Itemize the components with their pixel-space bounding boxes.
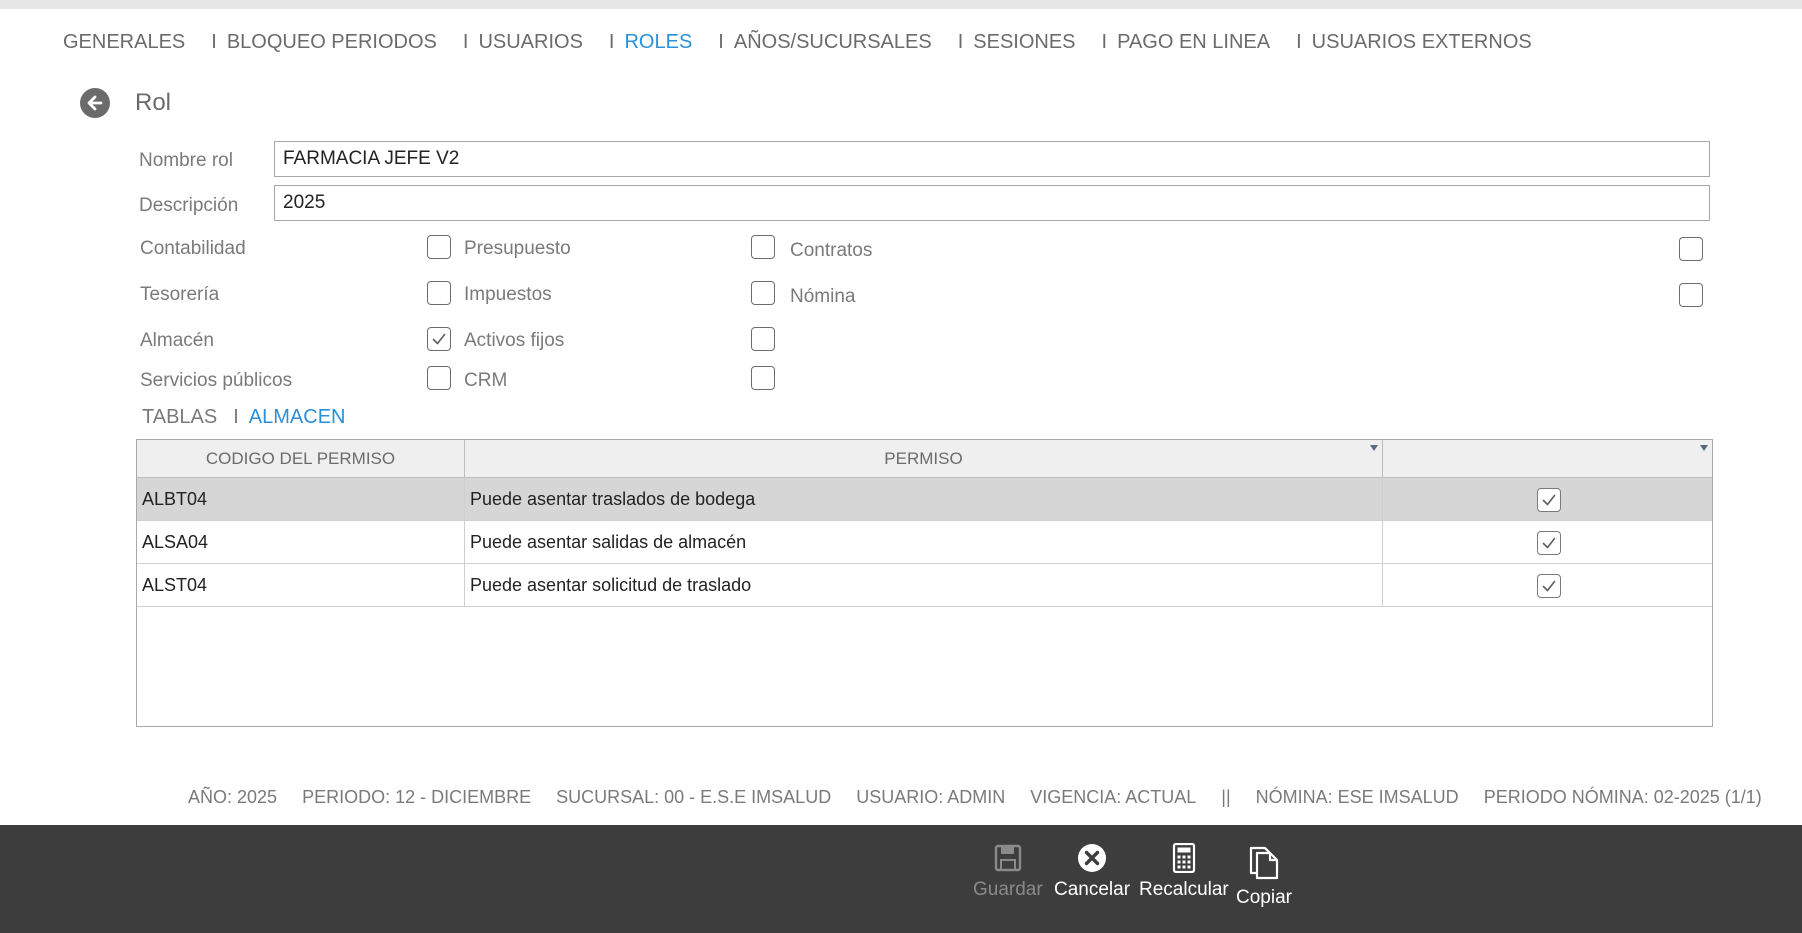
cell-codigo: ALSA04 [137, 521, 465, 564]
permissions-grid: CODIGO DEL PERMISO PERMISO ALBT04 Puede … [136, 439, 1713, 727]
status-branch: SUCURSAL: 00 - E.S.E IMSALUD [556, 787, 832, 807]
role-name-label: Nombre rol [139, 150, 233, 171]
column-header-check[interactable] [1383, 440, 1712, 478]
cell-codigo: ALBT04 [137, 478, 465, 521]
nav-roles[interactable]: ROLES [624, 31, 692, 54]
row-checkbox[interactable] [1537, 531, 1561, 555]
module-label-contratos: Contratos [790, 240, 873, 261]
save-label: Guardar [973, 879, 1043, 900]
module-label-crm: CRM [464, 370, 508, 391]
checkbox-almacen[interactable] [427, 327, 451, 351]
cancel-label: Cancelar [1054, 879, 1131, 900]
nav-separator: I [1296, 30, 1302, 53]
row-checkbox[interactable] [1537, 488, 1561, 512]
calculator-icon [1172, 843, 1195, 873]
sub-tabs: TABLAS I ALMACEN [142, 406, 345, 429]
nav-generales[interactable]: GENERALES [63, 31, 185, 54]
cell-codigo: ALST04 [137, 564, 465, 607]
nav-separator: I [608, 30, 615, 53]
save-button[interactable]: Guardar [973, 843, 1043, 901]
checkbox-crm[interactable] [751, 366, 775, 390]
column-header-codigo[interactable]: CODIGO DEL PERMISO [137, 440, 465, 478]
description-input[interactable] [274, 185, 1710, 221]
copy-button[interactable]: Copiar [1236, 843, 1292, 909]
status-year: AÑO: 2025 [188, 787, 278, 807]
status-payroll-period: PERIODO NÓMINA: 02-2025 (1/1) [1483, 787, 1762, 807]
recalculate-label: Recalcular [1139, 879, 1229, 900]
save-icon [994, 844, 1022, 872]
tab-tablas[interactable]: TABLAS [142, 406, 217, 429]
module-label-activos-fijos: Activos fijos [464, 330, 565, 351]
column-header-permiso[interactable]: PERMISO [465, 440, 1383, 478]
tab-separator: I [233, 406, 239, 428]
module-label-almacen: Almacén [140, 330, 214, 351]
filter-icon[interactable] [1700, 445, 1708, 451]
cancel-button[interactable]: Cancelar [1054, 843, 1130, 901]
cell-permiso: Puede asentar traslados de bodega [465, 478, 1383, 521]
module-label-tesoreria: Tesorería [140, 284, 220, 305]
nav-sesiones[interactable]: SESIONES [973, 31, 1075, 54]
tab-almacen[interactable]: ALMACEN [249, 406, 346, 429]
cancel-icon [1078, 844, 1107, 872]
nav-separator: I [1101, 30, 1108, 53]
description-label: Descripción [139, 195, 239, 216]
status-user: USUARIO: ADMIN [856, 787, 1006, 807]
nav-usuarios-externos[interactable]: USUARIOS EXTERNOS [1312, 31, 1532, 54]
nav-usuarios[interactable]: USUARIOS [478, 31, 582, 54]
table-row[interactable]: ALSA04 Puede asentar salidas de almacén [137, 521, 1712, 564]
nav-anos-sucursales[interactable]: AÑOS/SUCURSALES [734, 31, 932, 54]
nav-separator: I [211, 30, 217, 53]
checkbox-contratos[interactable] [1679, 237, 1703, 261]
checkbox-presupuesto[interactable] [751, 235, 775, 259]
nav-separator: I [462, 30, 469, 53]
status-divider: || [1221, 787, 1231, 807]
filter-icon[interactable] [1370, 445, 1378, 451]
top-navigation: GENERALES I BLOQUEO PERIODOS I USUARIOS … [63, 28, 1532, 56]
checkbox-nomina[interactable] [1679, 283, 1703, 307]
table-row[interactable]: ALBT04 Puede asentar traslados de bodega [137, 478, 1712, 521]
checkbox-activos-fijos[interactable] [751, 327, 775, 351]
status-payroll: NÓMINA: ESE IMSALUD [1255, 787, 1459, 807]
checkbox-impuestos[interactable] [751, 281, 775, 305]
status-period: PERIODO: 12 - DICIEMBRE [302, 787, 532, 807]
copy-icon [1249, 846, 1279, 880]
role-name-input[interactable] [274, 141, 1710, 177]
nav-bloqueo-periodos[interactable]: BLOQUEO PERIODOS [227, 31, 437, 54]
checkbox-contabilidad[interactable] [427, 235, 451, 259]
nav-separator: I [718, 30, 724, 53]
nav-separator: I [957, 30, 964, 53]
recalculate-button[interactable]: Recalcular [1139, 843, 1229, 901]
module-label-nomina: Nómina [790, 286, 856, 307]
bottom-toolbar: Guardar Cancelar Recalcular Copiar [0, 825, 1802, 933]
status-validity: VIGENCIA: ACTUAL [1030, 787, 1197, 807]
row-checkbox[interactable] [1537, 574, 1561, 598]
module-label-presupuesto: Presupuesto [464, 238, 571, 259]
module-label-impuestos: Impuestos [464, 284, 552, 305]
page-title: Rol [135, 89, 172, 116]
copy-label: Copiar [1236, 887, 1292, 908]
module-label-contabilidad: Contabilidad [140, 238, 246, 259]
cell-permiso: Puede asentar salidas de almacén [465, 521, 1383, 564]
checkbox-tesoreria[interactable] [427, 281, 451, 305]
status-bar: AÑO: 2025 PERIODO: 12 - DICIEMBRE SUCURS… [188, 787, 1762, 808]
nav-pago-en-linea[interactable]: PAGO EN LINEA [1117, 31, 1270, 54]
top-strip [0, 0, 1802, 9]
module-label-servicios-publicos: Servicios públicos [140, 370, 293, 391]
back-arrow-icon[interactable] [80, 88, 110, 118]
checkbox-servicios-publicos[interactable] [427, 366, 451, 390]
grid-header: CODIGO DEL PERMISO PERMISO [137, 440, 1712, 478]
cell-permiso: Puede asentar solicitud de traslado [465, 564, 1383, 607]
table-row[interactable]: ALST04 Puede asentar solicitud de trasla… [137, 564, 1712, 607]
